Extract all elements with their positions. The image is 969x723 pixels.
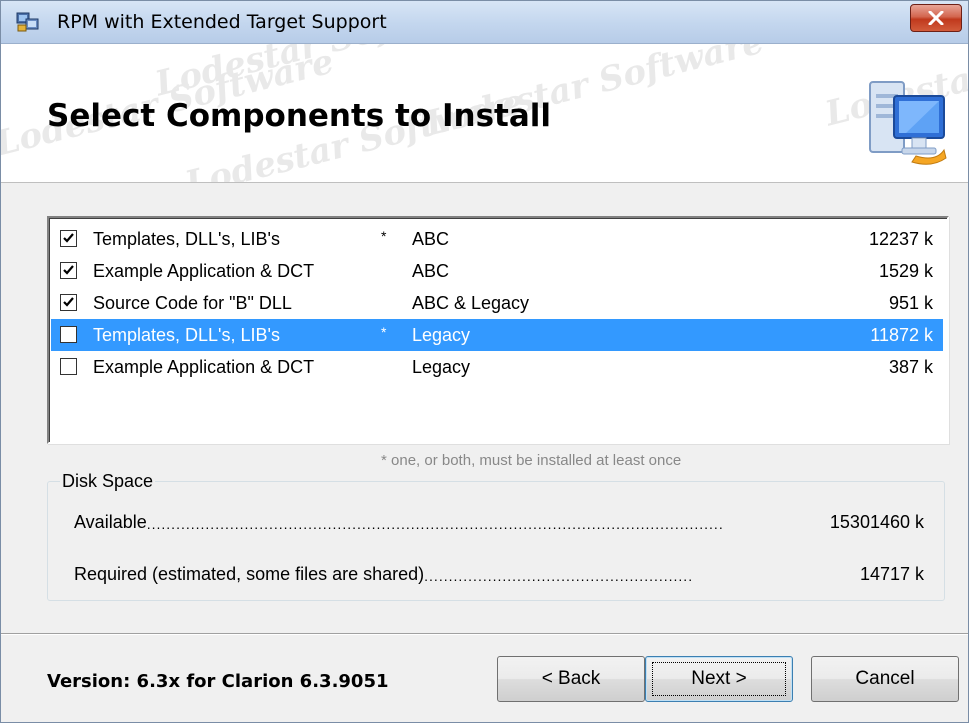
component-size: 1529 k (878, 261, 933, 281)
component-size: 12237 k (868, 229, 933, 249)
close-button[interactable] (910, 4, 962, 32)
component-target: Legacy (412, 325, 471, 345)
available-value: 15301460 k (829, 512, 924, 532)
components-list[interactable]: Templates, DLL's, LIB's * ABC 12237 k Ex… (47, 216, 949, 444)
component-name: Templates, DLL's, LIB's (93, 325, 280, 345)
component-checkbox[interactable] (60, 262, 77, 279)
component-name: Example Application & DCT (93, 357, 315, 377)
required-label: Required (estimated, some files are shar… (74, 564, 425, 584)
title-bar[interactable]: RPM with Extended Target Support (1, 1, 968, 44)
component-name: Templates, DLL's, LIB's (93, 229, 280, 249)
checkmark-icon (63, 233, 74, 243)
component-checkbox[interactable] (60, 358, 77, 375)
back-button-label: < Back (541, 668, 601, 689)
close-icon (928, 11, 944, 25)
component-size: 387 k (888, 357, 933, 377)
required-note: * one, or both, must be installed at lea… (381, 452, 682, 469)
dot-leader: ........................................… (146, 516, 725, 532)
component-target: ABC (412, 229, 450, 249)
component-row-abc-templates[interactable]: Templates, DLL's, LIB's * ABC 12237 k (51, 223, 943, 255)
computer-setup-icon (866, 72, 948, 168)
group-label: Disk Space (60, 470, 156, 492)
component-size: 951 k (888, 293, 933, 313)
component-size: 11872 k (870, 325, 933, 345)
component-target: ABC (412, 261, 450, 281)
installer-window: RPM with Extended Target Support Lodesta… (0, 0, 969, 723)
required-marker: * (381, 324, 387, 340)
component-row-legacy-templates[interactable]: Templates, DLL's, LIB's * Legacy 11872 k (51, 319, 943, 351)
checkmark-icon (63, 297, 74, 307)
disk-space-group: Disk Space Available ...................… (47, 470, 945, 601)
cancel-button-label: Cancel (855, 668, 915, 689)
available-label: Available (74, 512, 147, 532)
page-title: Select Components to Install (47, 98, 552, 134)
component-row-source-code[interactable]: Source Code for "B" DLL ABC & Legacy 951… (51, 287, 943, 319)
footer-separator (1, 633, 968, 635)
header-banner: Lodestar Software Lodestar Software Lode… (1, 44, 968, 183)
required-value: 14717 k (859, 564, 924, 584)
cancel-button[interactable]: Cancel (811, 656, 959, 702)
component-name: Source Code for "B" DLL (93, 293, 292, 313)
available-row: Available ..............................… (74, 510, 924, 534)
component-target: ABC & Legacy (412, 293, 530, 313)
installer-app-icon (15, 10, 41, 34)
component-checkbox[interactable] (60, 230, 77, 247)
component-name: Example Application & DCT (93, 261, 315, 281)
component-checkbox[interactable] (60, 326, 77, 343)
window-title: RPM with Extended Target Support (57, 11, 387, 33)
required-marker: * (381, 228, 387, 244)
component-target: Legacy (412, 357, 471, 377)
component-row-legacy-example[interactable]: Example Application & DCT Legacy 387 k (51, 351, 943, 383)
checkmark-icon (63, 265, 74, 275)
required-row: Required (estimated, some files are shar… (74, 562, 924, 586)
back-button[interactable]: < Back (497, 656, 645, 702)
focus-rect (652, 662, 786, 696)
component-checkbox[interactable] (60, 294, 77, 311)
next-button[interactable]: Next > (645, 656, 793, 702)
version-label: Version: 6.3x for Clarion 6.3.9051 (47, 671, 389, 692)
dot-leader: ........................................… (424, 568, 692, 584)
component-row-abc-example[interactable]: Example Application & DCT ABC 1529 k (51, 255, 943, 287)
